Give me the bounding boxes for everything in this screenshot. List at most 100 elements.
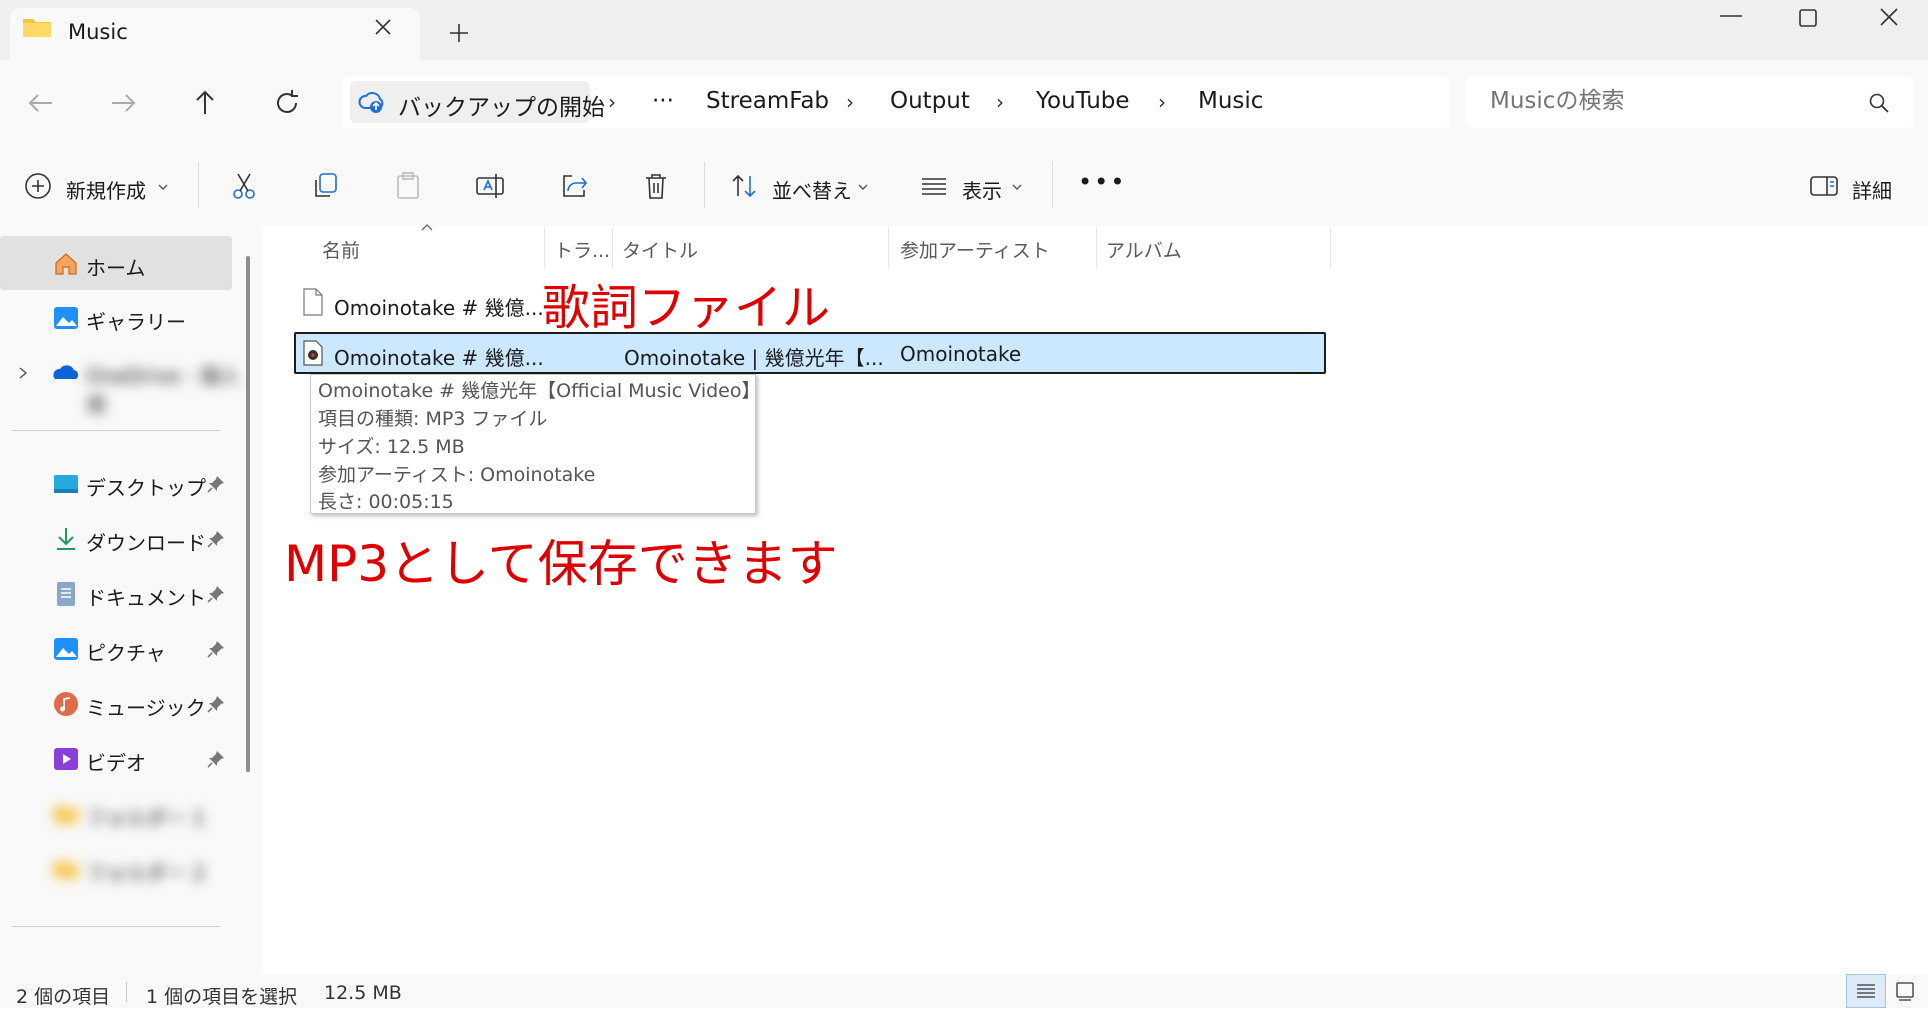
close-tab-icon[interactable] xyxy=(372,16,394,38)
sidebar-item-folder[interactable]: フォルダー 2 xyxy=(52,855,242,885)
column-header-name[interactable]: 名前 xyxy=(322,236,360,263)
gallery-icon xyxy=(54,307,78,329)
pin-icon[interactable] xyxy=(206,749,226,769)
download-icon xyxy=(57,528,75,550)
new-icon[interactable] xyxy=(22,170,54,202)
sidebar-item-label: ミュージック xyxy=(86,696,206,720)
tooltip-title: Omoinotake # 幾億光年【Official Music Video】 xyxy=(318,380,761,402)
minimize-icon[interactable] xyxy=(1716,6,1746,26)
sort-ascending-icon xyxy=(421,224,433,231)
pin-icon[interactable] xyxy=(206,529,226,549)
chevron-down-icon[interactable] xyxy=(156,182,170,192)
breadcrumb-output[interactable]: Output xyxy=(890,88,970,114)
toolbar-divider xyxy=(198,162,199,208)
cloud-backup-icon xyxy=(358,92,384,113)
copy-icon[interactable] xyxy=(310,170,342,202)
column-divider[interactable] xyxy=(544,228,545,268)
new-tab-icon[interactable] xyxy=(448,22,470,44)
folder-icon xyxy=(54,861,78,878)
column-header-artist[interactable]: 参加アーティスト xyxy=(900,236,1050,263)
column-divider[interactable] xyxy=(888,228,889,268)
refresh-icon[interactable] xyxy=(270,86,304,120)
annotation-lyrics-file: 歌詞ファイル xyxy=(542,280,831,336)
annotation-mp3-save: MP3として保存できます xyxy=(284,535,838,593)
pin-icon[interactable] xyxy=(206,474,226,494)
breadcrumb-youtube[interactable]: YouTube xyxy=(1036,88,1130,114)
file-name: Omoinotake # 幾億... xyxy=(334,346,544,370)
sidebar-item-label: ビデオ xyxy=(86,751,146,775)
item-count: 2 個の項目 xyxy=(16,986,111,1008)
folder-icon xyxy=(54,806,78,823)
sidebar-item-documents[interactable]: ドキュメント xyxy=(52,580,242,610)
new-button[interactable]: 新規作成 xyxy=(66,175,146,204)
column-header-title[interactable]: タイトル xyxy=(622,236,698,263)
share-icon[interactable] xyxy=(558,170,590,202)
column-header-album[interactable]: アルバム xyxy=(1106,236,1182,263)
tooltip-artist: 参加アーティスト: Omoinotake xyxy=(318,464,596,486)
sidebar-item-label: ドキュメント xyxy=(86,586,206,610)
divider xyxy=(12,430,220,431)
selection-size: 12.5 MB xyxy=(324,982,402,1004)
tooltip-type: 項目の種類: MP3 ファイル xyxy=(318,408,548,430)
details-button[interactable]: 詳細 xyxy=(1852,175,1892,204)
sidebar-item-label: OneDrive - 個人用 xyxy=(86,364,240,417)
search-icon[interactable] xyxy=(1868,92,1890,114)
sidebar-item-music[interactable]: ミュージック xyxy=(52,690,242,720)
up-arrow-icon[interactable] xyxy=(188,86,222,120)
sidebar-item-downloads[interactable]: ダウンロード xyxy=(52,525,242,555)
chevron-right-icon[interactable] xyxy=(16,366,30,380)
documents-icon xyxy=(57,582,75,606)
view-icon[interactable] xyxy=(918,170,950,202)
breadcrumb-separator: › xyxy=(846,90,854,114)
breadcrumb-streamfab[interactable]: StreamFab xyxy=(706,88,829,114)
pin-icon[interactable] xyxy=(206,639,226,659)
status-divider xyxy=(126,982,127,1002)
music-icon xyxy=(54,692,78,716)
toolbar-divider xyxy=(704,162,705,208)
chevron-down-icon[interactable] xyxy=(856,182,870,192)
breadcrumb-separator: › xyxy=(1158,90,1166,114)
tab-title: Music xyxy=(68,20,128,44)
rename-icon[interactable] xyxy=(474,170,506,202)
sidebar-item-pictures[interactable]: ピクチャ xyxy=(52,635,242,665)
selection-count: 1 個の項目を選択 xyxy=(146,986,298,1008)
sort-icon[interactable] xyxy=(728,170,760,202)
column-header-track[interactable]: トラ... xyxy=(554,236,610,263)
sidebar-item-gallery[interactable]: ギャラリー xyxy=(52,304,242,334)
sidebar-item-folder[interactable]: フォルダー 1 xyxy=(52,800,242,830)
home-icon xyxy=(55,253,77,275)
sort-button[interactable]: 並べ替え xyxy=(772,175,852,204)
search-input[interactable] xyxy=(1490,88,1850,114)
videos-icon xyxy=(54,748,78,770)
divider xyxy=(12,926,220,927)
close-window-icon[interactable] xyxy=(1876,4,1902,30)
sidebar-item-label: フォルダー 1 xyxy=(86,806,206,830)
sidebar-item-onedrive[interactable]: OneDrive - 個人用 xyxy=(52,358,242,417)
file-name: Omoinotake # 幾億... xyxy=(334,296,544,320)
sidebar-scrollbar[interactable] xyxy=(246,256,250,772)
column-divider[interactable] xyxy=(1096,228,1097,268)
tooltip-length: 長さ: 00:05:15 xyxy=(318,491,454,513)
cut-icon[interactable] xyxy=(228,170,260,202)
view-button[interactable]: 表示 xyxy=(962,175,1002,204)
large-icons-view-icon[interactable] xyxy=(1894,980,1916,1002)
delete-icon[interactable] xyxy=(640,170,672,202)
details-view-button[interactable] xyxy=(1846,974,1886,1008)
column-divider[interactable] xyxy=(612,228,613,268)
forward-arrow-icon[interactable] xyxy=(106,86,140,120)
sidebar-item-videos[interactable]: ビデオ xyxy=(52,745,242,775)
details-pane-icon[interactable] xyxy=(1808,170,1840,202)
breadcrumb-music[interactable]: Music xyxy=(1198,88,1263,114)
sidebar-item-home[interactable]: ホーム xyxy=(52,250,242,280)
chevron-down-icon[interactable] xyxy=(1010,182,1024,192)
tooltip-size: サイズ: 12.5 MB xyxy=(318,436,465,458)
pin-icon[interactable] xyxy=(206,584,226,604)
back-arrow-icon[interactable] xyxy=(24,86,58,120)
column-divider[interactable] xyxy=(1330,228,1331,268)
maximize-icon[interactable] xyxy=(1796,6,1820,30)
breadcrumb-more[interactable]: ··· xyxy=(652,88,674,114)
pin-icon[interactable] xyxy=(206,694,226,714)
more-options-button[interactable]: ••• xyxy=(1078,168,1126,196)
paste-icon[interactable] xyxy=(392,170,424,202)
sidebar-item-desktop[interactable]: デスクトップ xyxy=(52,470,242,500)
